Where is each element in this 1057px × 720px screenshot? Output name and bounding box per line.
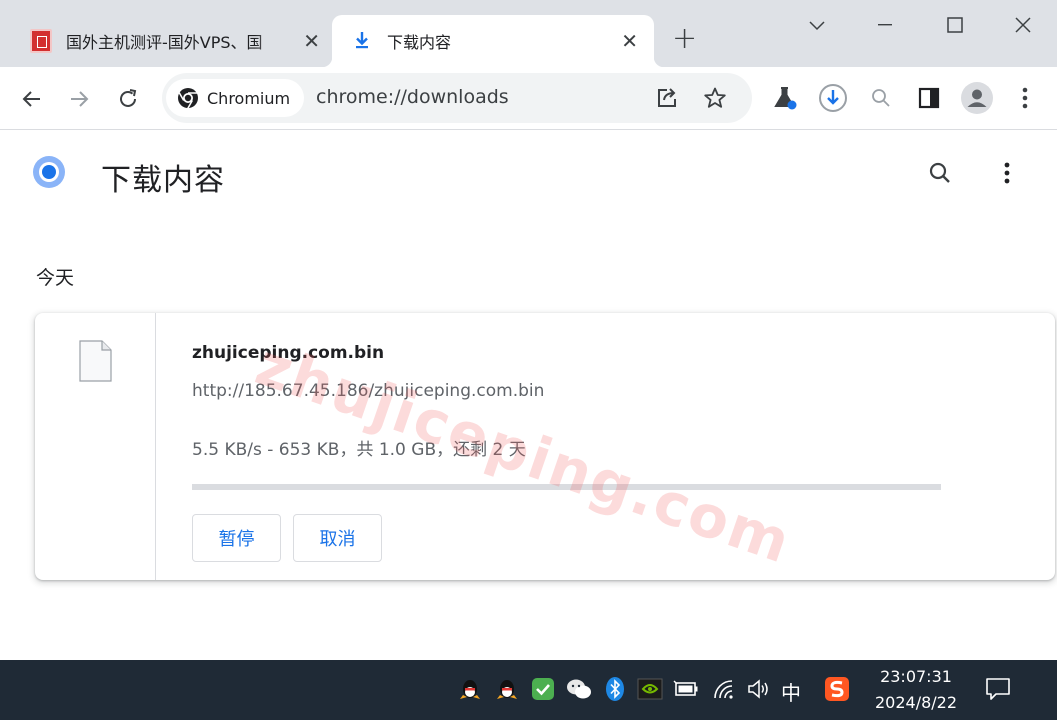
taskbar: 中 23:07:31 2024/8/22 [0, 660, 1057, 720]
profile-avatar-icon[interactable] [961, 82, 993, 114]
file-icon [79, 340, 112, 382]
downloads-toolbar-icon[interactable] [817, 82, 849, 114]
nvidia-tray-icon[interactable] [636, 675, 664, 703]
volume-tray-icon[interactable] [745, 675, 773, 703]
back-button[interactable] [17, 84, 47, 114]
security-shield-tray-icon[interactable] [529, 675, 557, 703]
chromium-logo-icon [178, 88, 198, 109]
search-downloads-icon[interactable] [924, 157, 956, 189]
omnibox[interactable]: Chromium chrome://downloads [162, 73, 752, 123]
site-favicon-icon [30, 29, 52, 53]
close-window-button[interactable] [1008, 10, 1038, 40]
wifi-tray-icon[interactable] [710, 675, 738, 703]
tab-site[interactable]: 国外主机测评-国外VPS、国 ✕ [18, 15, 328, 67]
qq-tray-icon-2[interactable] [493, 675, 521, 703]
clock-date: 2024/8/22 [874, 693, 958, 712]
labs-flask-icon[interactable] [769, 82, 801, 114]
wechat-tray-icon[interactable] [565, 675, 593, 703]
pause-button[interactable]: 暂停 [192, 514, 281, 562]
cancel-button[interactable]: 取消 [293, 514, 382, 562]
chip-label: Chromium [207, 88, 291, 108]
taskbar-clock[interactable]: 23:07:31 2024/8/22 [868, 664, 964, 716]
chrome-logo-icon [33, 156, 65, 188]
sogou-input-tray-icon[interactable] [823, 675, 851, 703]
tab-site-close-icon[interactable]: ✕ [303, 31, 320, 51]
bluetooth-tray-icon[interactable] [601, 675, 629, 703]
downloads-more-icon[interactable] [991, 157, 1023, 189]
zoom-icon[interactable] [865, 82, 897, 114]
file-icon-area [35, 313, 156, 580]
tab-strip: 国外主机测评-国外VPS、国 ✕ 下载内容 ✕ + [0, 0, 1057, 67]
site-info-chip[interactable]: Chromium [166, 79, 304, 117]
back-arrow-icon [22, 91, 40, 107]
new-tab-button[interactable]: + [672, 24, 697, 54]
notification-center-icon[interactable] [984, 675, 1012, 703]
minimize-button[interactable] [870, 10, 900, 40]
share-icon[interactable] [653, 84, 681, 112]
page-title: 下载内容 [101, 163, 225, 198]
bookmark-star-icon[interactable] [701, 84, 729, 112]
forward-button[interactable] [64, 84, 94, 114]
reload-button[interactable] [113, 84, 143, 114]
tab-site-title: 国外主机测评-国外VPS、国 [66, 33, 263, 52]
tab-search-chevron-icon[interactable] [802, 10, 832, 40]
toolbar: Chromium chrome://downloads [0, 67, 1057, 130]
tab-downloads-close-icon[interactable]: ✕ [621, 31, 638, 51]
url-text[interactable]: chrome://downloads [316, 86, 509, 108]
downloads-header: 下载内容 [0, 131, 1057, 219]
qq-tray-icon-1[interactable] [456, 675, 484, 703]
clock-time: 23:07:31 [880, 667, 952, 686]
side-panel-icon[interactable] [913, 82, 945, 114]
tab-downloads-title: 下载内容 [387, 33, 452, 52]
forward-arrow-icon [71, 91, 89, 107]
maximize-button[interactable] [940, 10, 970, 40]
tab-downloads[interactable]: 下载内容 ✕ [322, 15, 664, 67]
ime-indicator[interactable]: 中 [781, 677, 801, 706]
reload-icon [120, 89, 137, 107]
date-group-label: 今天 [36, 267, 75, 289]
menu-more-icon[interactable] [1009, 82, 1041, 114]
download-favicon-icon [356, 32, 368, 49]
battery-tray-icon[interactable] [672, 675, 700, 703]
